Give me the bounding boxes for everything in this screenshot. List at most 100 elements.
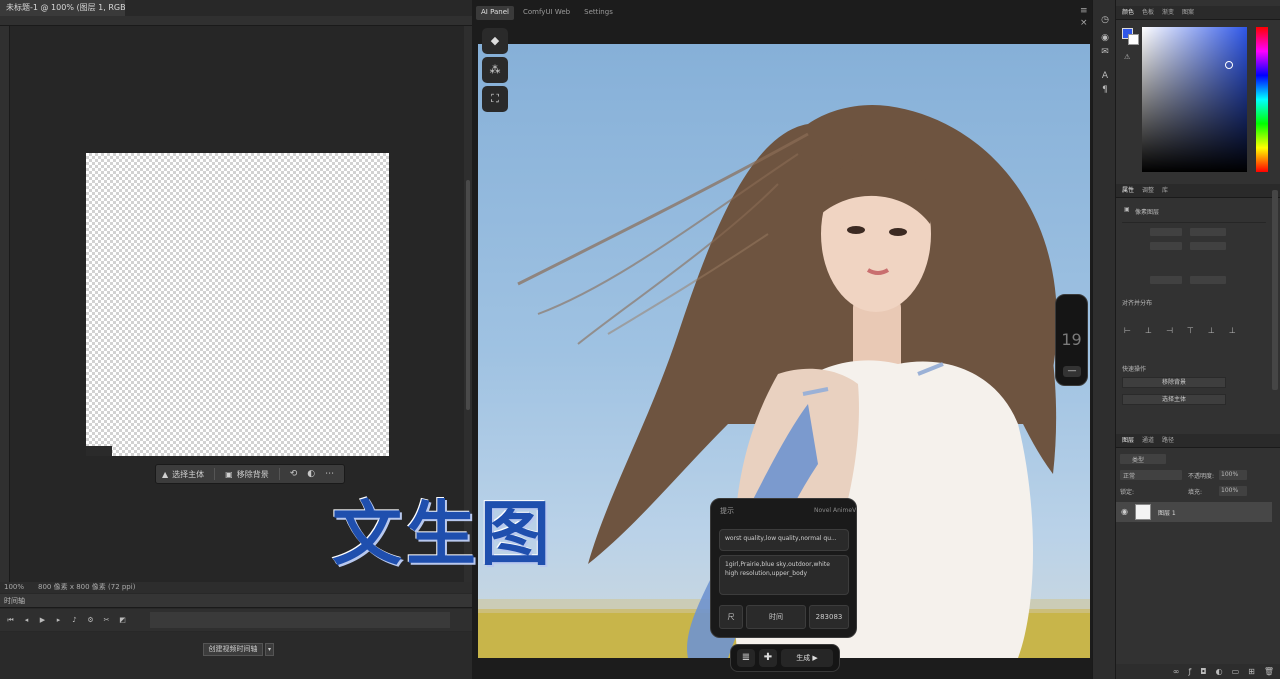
fill-label: 填充:	[1188, 489, 1203, 496]
tab-swatches[interactable]: 色板	[1142, 6, 1154, 19]
align-middle-icon[interactable]: ⊥	[1208, 326, 1215, 335]
seed-value[interactable]: 19	[1055, 330, 1088, 349]
tab-adjustments[interactable]: 调整	[1142, 184, 1154, 197]
quick-actions-section-title[interactable]: 快速操作	[1122, 364, 1146, 373]
shape-icon[interactable]: ◉	[1099, 32, 1111, 44]
color-field[interactable]	[1142, 27, 1247, 172]
background-color-swatch[interactable]	[1128, 34, 1139, 45]
tab-properties[interactable]: 属性	[1122, 184, 1134, 197]
panel-scrollbar[interactable]	[1272, 190, 1278, 390]
play-icon[interactable]: ▶	[38, 616, 47, 625]
positive-prompt-input[interactable]: 1girl,Prairie,blue sky,outdoor,white hig…	[719, 555, 849, 595]
color-cursor[interactable]	[1225, 61, 1233, 69]
create-video-timeline-button[interactable]: 创建视频时间轴	[203, 643, 263, 656]
flip-controls[interactable]	[1190, 276, 1226, 284]
tab-color[interactable]: 颜色	[1122, 6, 1134, 19]
panel-icon-toolbar: ◷ ◉ ✉ A ¶	[1092, 0, 1116, 679]
align-section-title[interactable]: 对齐并分布	[1122, 298, 1152, 307]
angle-field[interactable]	[1150, 276, 1182, 284]
layer-type-label: 像素图层	[1135, 209, 1160, 216]
eye-icon[interactable]: ◉	[1121, 507, 1128, 516]
layer-name[interactable]: 图层 1	[1158, 508, 1176, 517]
align-right-icon[interactable]: ⊣	[1166, 326, 1173, 335]
queue-icon[interactable]: ≣	[737, 649, 755, 667]
seed-input[interactable]: 283083	[809, 605, 849, 629]
negative-prompt-input[interactable]: worst quality,low quality,normal qu...	[719, 529, 849, 551]
settings-icon[interactable]: ⚙	[86, 616, 95, 625]
plus-icon[interactable]: ✚	[759, 649, 777, 667]
timeline-track[interactable]	[150, 612, 450, 628]
divider	[214, 468, 216, 480]
x-field[interactable]	[1190, 228, 1226, 236]
tab-gradients[interactable]: 渐变	[1162, 6, 1174, 19]
tab-libraries[interactable]: 库	[1162, 184, 1168, 197]
preview-top-strip	[478, 26, 1090, 44]
width-field[interactable]	[1150, 228, 1182, 236]
tab-comfyui-web[interactable]: ComfyUI Web	[518, 6, 575, 20]
remove-background-button[interactable]: ▣ 移除背景	[225, 469, 269, 480]
generate-bar: ≣ ✚ 生成 ▶	[730, 644, 840, 672]
trash-icon[interactable]: 🗑	[1264, 664, 1274, 679]
transform-icon[interactable]: ⟲	[290, 469, 298, 479]
document-tab[interactable]: 未标题-1 @ 100% (图层 1, RGB/8) * ×	[0, 0, 125, 16]
new-layer-icon[interactable]: ⊞	[1248, 664, 1255, 679]
ai-panel-tabs: AI Panel ComfyUI Web Settings	[476, 6, 618, 20]
layer-filter-label: 类型	[1132, 457, 1145, 464]
tab-layers[interactable]: 图层	[1122, 434, 1134, 447]
compass-icon[interactable]: ◆	[482, 28, 508, 54]
model-name[interactable]: Novel AnimeV	[814, 507, 856, 514]
height-field[interactable]	[1150, 242, 1182, 250]
tab-ai-panel[interactable]: AI Panel	[476, 6, 514, 20]
first-frame-icon[interactable]: ⏮	[6, 616, 15, 625]
select-subject-label: 选择主体	[172, 469, 205, 479]
remove-background-panel-button[interactable]: 移除背景	[1122, 377, 1226, 388]
contextual-task-bar: ▲ 选择主体 ▣ 移除背景 ⟲ ◐ ⋯	[155, 464, 345, 484]
remove-background-label: 移除背景	[236, 469, 269, 479]
align-left-icon[interactable]: ⊢	[1124, 326, 1131, 335]
link-icon[interactable]: ∞	[1173, 664, 1180, 679]
next-frame-icon[interactable]: ▸	[54, 616, 63, 625]
tab-paths[interactable]: 路径	[1162, 434, 1174, 447]
horizontal-ruler	[0, 16, 472, 26]
align-top-icon[interactable]: ⊤	[1187, 326, 1194, 335]
fx-icon[interactable]: ƒ	[1188, 664, 1191, 679]
nodes-icon[interactable]: ⁂	[482, 57, 508, 83]
volume-icon[interactable]: ♪	[70, 616, 79, 625]
seed-decrement-button[interactable]: —	[1063, 366, 1081, 377]
tab-channels[interactable]: 通道	[1142, 434, 1154, 447]
align-buttons-row: ⊢ ⊥ ⊣ ⊤ ⊥ ⊥	[1124, 326, 1236, 335]
warning-icon[interactable]: ⚠	[1124, 53, 1130, 61]
character-icon[interactable]: A	[1099, 70, 1111, 82]
fullscreen-icon[interactable]: ⛶	[482, 86, 508, 112]
tab-settings[interactable]: Settings	[579, 6, 618, 20]
history-icon[interactable]: ◷	[1099, 14, 1111, 26]
y-field[interactable]	[1190, 242, 1226, 250]
document-scrollbar-thumb[interactable]	[466, 180, 470, 410]
chevron-down-icon[interactable]: ▾	[265, 643, 274, 656]
panel-menu-icon[interactable]: ≡	[1080, 6, 1088, 16]
adjustment-icon[interactable]: ◐	[1216, 664, 1223, 679]
select-subject-panel-button[interactable]: 选择主体	[1122, 394, 1226, 405]
paragraph-icon[interactable]: ¶	[1099, 84, 1111, 96]
transparent-canvas[interactable]	[86, 153, 389, 456]
layers-footer: ∞ ƒ ◘ ◐ ▭ ⊞ 🗑	[1116, 664, 1280, 679]
transition-icon[interactable]: ◩	[118, 616, 127, 625]
hue-slider[interactable]	[1256, 27, 1268, 172]
align-center-icon[interactable]: ⊥	[1145, 326, 1152, 335]
split-icon[interactable]: ✂	[102, 616, 111, 625]
layer-type-icon: ▣	[1124, 206, 1130, 213]
time-button[interactable]: 时间	[746, 605, 806, 629]
align-bottom-icon[interactable]: ⊥	[1229, 326, 1236, 335]
prev-frame-icon[interactable]: ◂	[22, 616, 31, 625]
layer-thumbnail[interactable]	[1135, 504, 1151, 520]
tab-patterns[interactable]: 图案	[1182, 6, 1194, 19]
size-button[interactable]: 尺	[719, 605, 743, 629]
folder-icon[interactable]: ▭	[1232, 664, 1240, 679]
generate-button[interactable]: 生成 ▶	[781, 649, 833, 667]
mask-icon[interactable]: ◘	[1200, 664, 1206, 679]
status-zoom[interactable]: 100%	[4, 582, 24, 593]
select-subject-button[interactable]: ▲ 选择主体	[162, 469, 204, 480]
contrast-icon[interactable]: ◐	[307, 469, 315, 479]
comment-icon[interactable]: ✉	[1099, 46, 1111, 58]
opacity-value: 100%	[1221, 471, 1239, 478]
